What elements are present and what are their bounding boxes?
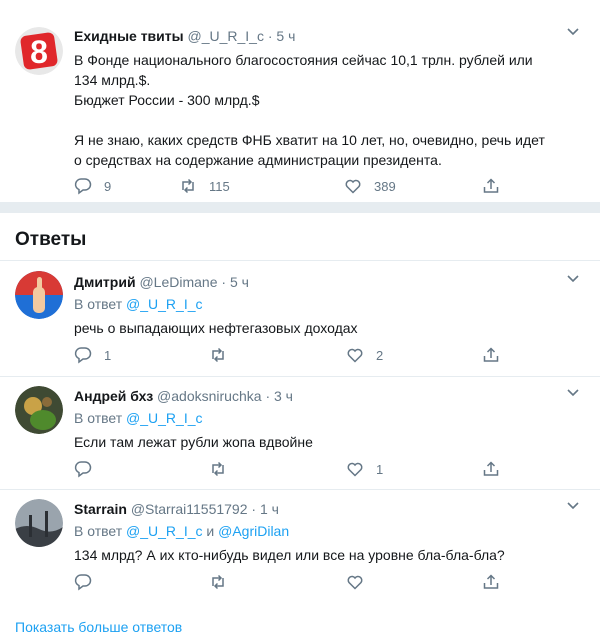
share-button[interactable] [482,572,500,592]
reply-button[interactable] [74,459,104,479]
tweet-text: Если там лежат рубли жопа вдвойне [74,434,313,450]
reply-prefix: В ответ [74,296,123,312]
like-button[interactable]: 389 [344,176,396,196]
tweet-text: речь о выпадающих нефтегазовых доходах [74,320,358,336]
author-handle[interactable]: @_U_R_I_c [187,28,263,44]
heart-icon [347,348,363,363]
reply-button[interactable]: 1 [74,345,111,365]
mention-link[interactable]: @_U_R_I_c [126,410,202,426]
author-name[interactable]: Дмитрий [74,274,136,290]
answers-heading: Ответы [15,229,87,250]
reply-button[interactable]: 9 [74,176,111,196]
share-icon [483,461,499,476]
tweet-header: Дмитрий @LeDimane · 5 ч [74,274,249,290]
retweet-icon [182,178,194,194]
like-count: 1 [376,461,384,477]
reply-icon [74,461,92,478]
author-handle[interactable]: @LeDimane [139,274,217,290]
retweet-icon [212,574,224,590]
author-handle[interactable]: @adoksniruchka [157,388,262,404]
share-icon [483,347,499,362]
like-count: 2 [376,347,384,363]
reply-icon [74,347,92,364]
retweet-button[interactable] [209,572,239,592]
tweet-text-line: Я не знаю, каких средств ФНБ хватит на 1… [74,132,545,148]
reply-conjunction: и [206,523,215,539]
reply-tweet: Дмитрий @LeDimane · 5 ч В ответ @_U_R_I_… [0,260,600,376]
tweet-header: Ехидные твиты @_U_R_I_c · 5 ч [74,28,295,44]
author-name[interactable]: Ехидные твиты [74,28,184,44]
reply-prefix: В ответ [74,410,123,426]
reply-tweet: Starrain @Starrai11551792 · 1 ч В ответ … [0,489,600,602]
tweet-text-line: Бюджет России - 300 млрд.$ [74,92,260,108]
avatar[interactable] [15,499,63,547]
avatar[interactable] [15,386,63,434]
separator: · [267,28,273,44]
main-tweet: 8 Ехидные твиты @_U_R_I_c · 5 ч В Фонде … [0,0,600,203]
mention-link[interactable]: @_U_R_I_c [126,523,202,539]
retweet-button[interactable]: 115 [179,176,230,196]
timestamp[interactable]: 1 ч [260,501,279,517]
heart-icon [345,179,361,194]
reply-button[interactable] [74,572,104,592]
retweet-button[interactable] [209,459,239,479]
timestamp[interactable]: 3 ч [274,388,293,404]
section-separator [0,203,600,213]
reply-count: 1 [104,347,112,363]
like-button[interactable]: 2 [346,345,383,365]
tweet-text-line: В Фонде национального благосостояния сей… [74,52,533,68]
share-icon [483,178,499,193]
heart-icon [347,462,363,477]
chevron-down-icon[interactable] [566,388,580,398]
reply-icon [74,178,92,195]
retweet-count: 115 [209,178,230,194]
heart-icon [347,575,363,590]
share-icon [483,574,499,589]
reply-icon [74,574,92,591]
mention-link[interactable]: @AgriDilan [218,523,289,539]
author-handle[interactable]: @Starrai11551792 [131,501,248,517]
retweet-button[interactable] [209,345,239,365]
like-count: 389 [374,178,396,194]
tweet-text-line: 134 млрд.$. [74,72,151,88]
retweet-icon [212,461,224,477]
tweet-header: Starrain @Starrai11551792 · 1 ч [74,501,279,517]
separator: · [221,274,227,290]
reply-prefix: В ответ [74,523,123,539]
retweet-icon [212,347,224,363]
tweet-text-line [74,110,545,130]
reply-count: 9 [104,178,112,194]
chevron-down-icon[interactable] [566,501,580,511]
share-button[interactable] [482,176,500,196]
tweet-header: Андрей бхз @adoksniruchka · 3 ч [74,388,293,404]
mention-link[interactable]: @_U_R_I_c [126,296,202,312]
chevron-down-icon[interactable] [566,274,580,284]
avatar[interactable]: 8 [15,27,63,75]
timestamp[interactable]: 5 ч [230,274,249,290]
reply-context: В ответ @_U_R_I_c и @AgriDilan [74,523,289,539]
separator: · [251,501,257,517]
chevron-down-icon[interactable] [566,27,580,37]
tweet-text-line: о средствах на содержание администрации … [74,152,442,168]
author-name[interactable]: Андрей бхз [74,388,153,404]
tweet-text: 134 млрд? А их кто-нибудь видел или все … [74,547,505,563]
reply-context: В ответ @_U_R_I_c [74,296,203,312]
share-button[interactable] [482,345,500,365]
share-button[interactable] [482,459,500,479]
tweet-text: В Фонде национального благосостояния сей… [74,50,545,170]
reply-tweet: Андрей бхз @adoksniruchka · 3 ч В ответ … [0,376,600,489]
author-name[interactable]: Starrain [74,501,127,517]
show-more-replies-link[interactable]: Показать больше ответов [15,619,182,635]
avatar[interactable] [15,271,63,319]
reply-context: В ответ @_U_R_I_c [74,410,203,426]
like-button[interactable]: 1 [346,459,383,479]
separator: · [265,388,271,404]
timestamp[interactable]: 5 ч [276,28,295,44]
like-button[interactable] [346,572,376,592]
avatar-logo-glyph: 8 [30,34,48,70]
